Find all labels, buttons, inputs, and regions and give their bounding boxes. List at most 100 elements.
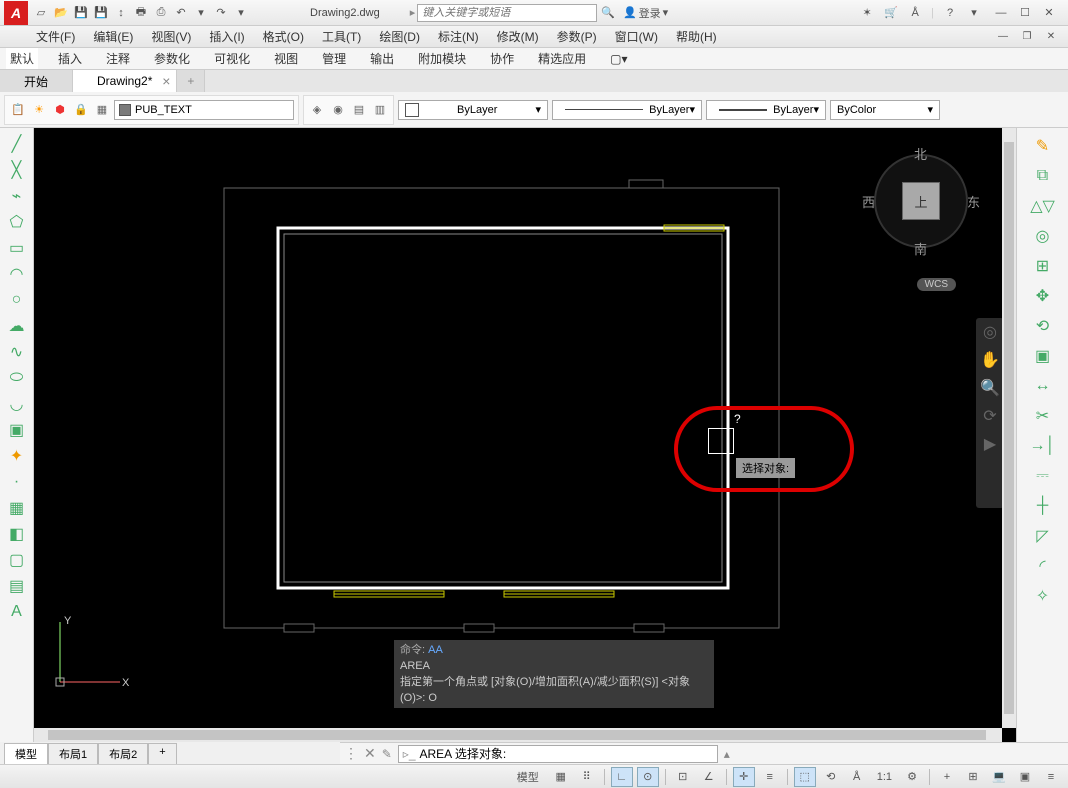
tab-model[interactable]: 模型 [4,743,48,764]
plot-icon[interactable]: ⎙ [152,4,170,22]
trim-icon[interactable]: ✂ [1028,402,1058,430]
plotstyle-combo[interactable]: ByColor ▾ [830,100,940,120]
doc-tab-close-icon[interactable]: × [162,73,170,89]
menu-window[interactable]: 窗口(W) [615,28,658,45]
ribbon-tab-visual[interactable]: 可视化 [210,48,254,69]
menu-format[interactable]: 格式(O) [263,28,304,45]
ribbon-tab-output[interactable]: 输出 [366,48,398,69]
ortho-icon[interactable]: ∟ [611,767,633,787]
clean-icon[interactable]: ▣ [1014,767,1036,787]
close-button[interactable]: ✕ [1038,5,1060,21]
steering-wheel-icon[interactable]: ◎ [980,322,1000,342]
cart-icon[interactable]: 🛒 [883,5,899,21]
ellipse-arc-icon[interactable]: ◡ [5,392,29,416]
redo-icon[interactable]: ↷ [212,4,230,22]
ellipse-icon[interactable]: ⬭ [5,366,29,390]
point-icon[interactable]: · [5,470,29,494]
app-icon[interactable]: A [4,1,28,25]
search-input[interactable] [417,4,597,22]
menu-draw[interactable]: 绘图(D) [379,28,420,45]
command-input[interactable]: ▹_ AREA 选择对象: [398,745,718,763]
rectangle-icon[interactable]: ▭ [5,236,29,260]
doc-tab-start[interactable]: 开始 [0,70,73,92]
customize-icon[interactable]: ≡ [1040,767,1062,787]
scale-icon[interactable]: ▣ [1028,342,1058,370]
viewcube-top[interactable]: 上 [902,182,940,220]
undo-icon[interactable]: ↶ [172,4,190,22]
layer-combo[interactable]: PUB_TEXT [114,100,294,120]
insert-block-icon[interactable]: ▣ [5,418,29,442]
fillet-icon[interactable]: ◜ [1028,552,1058,580]
viewcube[interactable]: 上 北 南 西 东 [866,146,976,256]
spline-icon[interactable]: ∿ [5,340,29,364]
cmdline-customize-icon[interactable]: ✎ [382,747,392,761]
color-combo[interactable]: ByLayer ▾ [398,100,548,120]
wcs-badge[interactable]: WCS [917,278,956,291]
gear-icon[interactable]: ⚙ [901,767,923,787]
transparency-icon[interactable]: ⬚ [794,767,816,787]
chamfer-icon[interactable]: ◸ [1028,522,1058,550]
tab-layout1[interactable]: 布局1 [48,743,98,764]
xline-icon[interactable]: ╳ [5,158,29,182]
hw-icon[interactable]: 💻 [988,767,1010,787]
viewcube-w[interactable]: 西 [862,192,875,211]
polar-icon[interactable]: ⊙ [637,767,659,787]
menu-edit[interactable]: 编辑(E) [93,28,133,45]
osnap-icon[interactable]: ⊡ [672,767,694,787]
ribbon-tab-collab[interactable]: 协作 [486,48,518,69]
table-icon[interactable]: ▤ [5,574,29,598]
undo-dd-icon[interactable]: ▾ [192,4,210,22]
viewcube-n[interactable]: 北 [914,144,927,163]
saveas-icon[interactable]: 💾 [92,4,110,22]
cmdline-close-icon[interactable]: ✕ [364,745,376,762]
offset-icon[interactable]: ◎ [1028,222,1058,250]
help-dd-icon[interactable]: ▾ [966,5,982,21]
pan-icon[interactable]: ✋ [980,350,1000,370]
otrack-icon[interactable]: ∠ [698,767,720,787]
horizontal-scrollbar[interactable] [34,728,1002,742]
menu-view[interactable]: 视图(V) [151,28,191,45]
save-icon[interactable]: 💾 [72,4,90,22]
array-icon[interactable]: ⊞ [1028,252,1058,280]
drawing-area[interactable]: Y X 上 北 南 西 东 WCS ◎ ✋ 🔍 ⟳ ▶ ? 选择对象: 命令: … [34,128,1016,742]
sync-icon[interactable]: ↕ [112,4,130,22]
line-icon[interactable]: ╱ [5,132,29,156]
snap-icon[interactable]: ⠿ [576,767,598,787]
layer-sun-icon[interactable]: ☀ [30,101,48,119]
layer-props-icon[interactable]: 📋 [9,101,27,119]
polygon-icon[interactable]: ⬠ [5,210,29,234]
mtext-icon[interactable]: A [5,600,29,624]
anno-icon[interactable]: Å [846,767,868,787]
arc-icon[interactable]: ◠ [5,262,29,286]
region-icon[interactable]: ▢ [5,548,29,572]
ribbon-tab-annotate[interactable]: 注释 [102,48,134,69]
menu-insert[interactable]: 插入(I) [209,28,244,45]
ribbon-tab-manage[interactable]: 管理 [318,48,350,69]
menu-help[interactable]: 帮助(H) [676,28,717,45]
dyn-input-icon[interactable]: ✛ [733,767,755,787]
orbit-icon[interactable]: ⟳ [980,406,1000,426]
make-block-icon[interactable]: ✦ [5,444,29,468]
ribbon-tab-insert[interactable]: 插入 [54,48,86,69]
viewcube-s[interactable]: 南 [914,239,927,258]
mirror-icon[interactable]: △▽ [1028,192,1058,220]
menu-modify[interactable]: 修改(M) [497,28,539,45]
ribbon-tab-default[interactable]: 默认 [6,48,38,69]
layer-freeze-icon[interactable]: ⬢ [51,101,69,119]
menu-tools[interactable]: 工具(T) [322,28,361,45]
layer-color-icon[interactable]: ▦ [93,101,111,119]
ribbon-tab-expand-icon[interactable]: ▢▾ [606,50,631,68]
search-binoculars-icon[interactable]: 🔍 [601,6,615,19]
viewcube-e[interactable]: 东 [967,192,980,211]
help-icon[interactable]: ? [942,5,958,21]
stretch-icon[interactable]: ↔ [1028,372,1058,400]
rotate-icon[interactable]: ⟲ [1028,312,1058,340]
extend-icon[interactable]: →│ [1028,432,1058,460]
ribbon-tab-featured[interactable]: 精选应用 [534,48,590,69]
cmdline-recent-icon[interactable]: ▴ [724,747,730,761]
gradient-icon[interactable]: ◧ [5,522,29,546]
layer-iso-icon[interactable]: ◉ [329,101,347,119]
login-button[interactable]: 👤 登录 ▾ [623,5,668,21]
ribbon-tab-param[interactable]: 参数化 [150,48,194,69]
lwt-icon[interactable]: ≡ [759,767,781,787]
